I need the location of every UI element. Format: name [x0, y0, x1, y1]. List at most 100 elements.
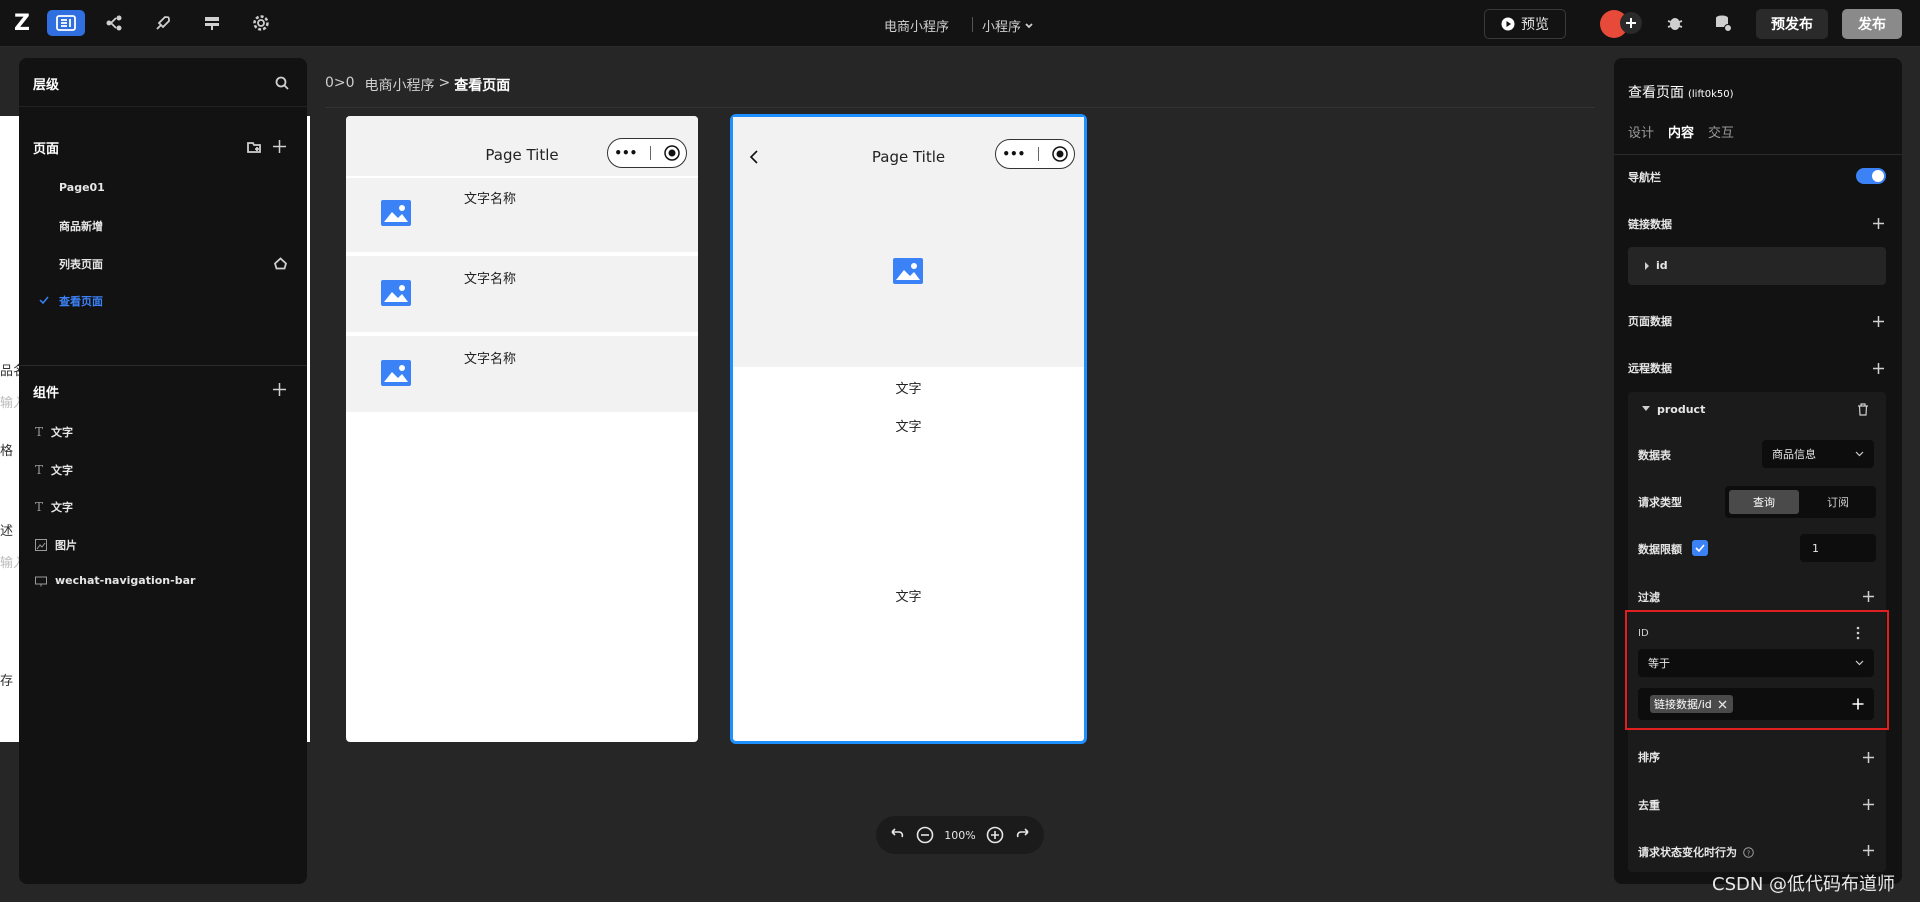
- app-logo[interactable]: Z: [14, 11, 38, 36]
- layout-icon[interactable]: [47, 10, 85, 36]
- divider: [972, 17, 973, 32]
- add-state-behavior-icon[interactable]: [1862, 844, 1875, 857]
- divider: [1038, 147, 1039, 161]
- link-data-field: id: [1656, 259, 1668, 272]
- target-icon[interactable]: [663, 145, 680, 161]
- component-item[interactable]: wechat-navigation-bar: [35, 574, 195, 587]
- zoom-level: 100%: [944, 828, 976, 842]
- platform-select[interactable]: 小程序: [982, 16, 1033, 35]
- limit-input[interactable]: 1: [1800, 534, 1876, 562]
- page-item-list[interactable]: 列表页面: [59, 256, 103, 272]
- components-title: 组件: [33, 386, 60, 401]
- navbar-icon: [35, 576, 47, 586]
- filter-value-input[interactable]: 链接数据/id: [1638, 688, 1874, 720]
- phone-frame-detail[interactable]: Page Title ••• 文字 文字 文字: [730, 114, 1087, 744]
- database-icon[interactable]: [1712, 12, 1734, 34]
- add-dedupe-icon[interactable]: [1862, 798, 1875, 811]
- list-item[interactable]: 文字名称: [346, 256, 698, 332]
- detail-text[interactable]: 文字: [733, 416, 1084, 435]
- target-icon[interactable]: [1051, 146, 1068, 162]
- capsule-button[interactable]: •••: [607, 138, 687, 168]
- component-item[interactable]: T 文字: [35, 462, 73, 478]
- add-link-data-icon[interactable]: [1872, 217, 1885, 230]
- search-icon[interactable]: [275, 76, 289, 90]
- trash-icon[interactable]: [1857, 403, 1869, 416]
- add-collaborator-icon[interactable]: [1620, 12, 1642, 34]
- bug-icon[interactable]: [1664, 12, 1686, 34]
- component-label: 文字: [51, 464, 74, 477]
- help-icon[interactable]: ?: [1743, 846, 1754, 858]
- state-change-row: 请求状态变化时行为 ?: [1638, 844, 1754, 860]
- add-value-icon[interactable]: [1852, 698, 1864, 710]
- navbar-toggle[interactable]: [1856, 168, 1886, 184]
- tab-interaction[interactable]: 交互: [1708, 122, 1734, 141]
- svg-text:?: ?: [1747, 849, 1751, 857]
- more-vertical-icon[interactable]: [1856, 626, 1860, 640]
- component-item[interactable]: T 文字: [35, 424, 73, 440]
- tab-design[interactable]: 设计: [1628, 122, 1654, 141]
- app-name[interactable]: 电商小程序: [884, 16, 949, 35]
- request-type-label: 请求类型: [1638, 496, 1682, 509]
- chevron-down-icon: [1855, 451, 1864, 457]
- zoom-toolbar: 100%: [876, 816, 1044, 854]
- image-placeholder-icon: [381, 200, 411, 226]
- preview-label: 预览: [1521, 17, 1549, 33]
- page-item-product-add[interactable]: 商品新增: [59, 218, 103, 234]
- zoom-in-icon[interactable]: [986, 826, 1004, 844]
- table-select[interactable]: 商品信息: [1762, 440, 1874, 468]
- breadcrumb-app[interactable]: 电商小程序: [365, 75, 435, 95]
- add-component-icon[interactable]: [272, 382, 287, 397]
- breadcrumb-prefix[interactable]: 0>0: [325, 75, 355, 95]
- page-item-view[interactable]: 查看页面: [59, 293, 103, 309]
- caret-right-icon[interactable]: [1644, 262, 1650, 270]
- prepublish-button[interactable]: 预发布: [1756, 9, 1828, 39]
- more-icon[interactable]: •••: [614, 146, 637, 160]
- preview-button[interactable]: 预览: [1484, 9, 1566, 39]
- request-query-option[interactable]: 查询: [1729, 490, 1799, 514]
- gear-icon[interactable]: [249, 12, 273, 34]
- add-page-data-icon[interactable]: [1872, 315, 1885, 328]
- sort-label: 排序: [1638, 751, 1660, 764]
- redo-icon[interactable]: [1015, 828, 1031, 842]
- add-page-icon[interactable]: [272, 139, 287, 154]
- table-select-value: 商品信息: [1772, 448, 1816, 461]
- link-data-label: 链接数据: [1628, 218, 1672, 231]
- zoom-out-icon[interactable]: [916, 826, 934, 844]
- link-data-item[interactable]: id: [1628, 247, 1886, 285]
- filter-operator-select[interactable]: 等于: [1638, 649, 1874, 677]
- image-icon: [35, 539, 47, 551]
- page-item-page01[interactable]: Page01: [59, 181, 105, 194]
- capsule-button[interactable]: •••: [995, 139, 1075, 169]
- undo-icon[interactable]: [889, 828, 905, 842]
- close-icon[interactable]: [1718, 700, 1727, 709]
- rocket-icon[interactable]: [151, 12, 175, 34]
- list-item[interactable]: 文字名称: [346, 336, 698, 412]
- more-icon[interactable]: •••: [1002, 147, 1025, 161]
- detail-text[interactable]: 文字: [733, 378, 1084, 397]
- navbar-label: 导航栏: [1628, 171, 1661, 184]
- component-label: 文字: [51, 501, 74, 514]
- publish-button[interactable]: 发布: [1842, 9, 1902, 39]
- panel-title: 层级: [33, 78, 60, 93]
- component-item[interactable]: T 文字: [35, 499, 73, 515]
- phone-frame-list[interactable]: Page Title ••• 文字名称 文字名称 文字名称: [346, 116, 698, 742]
- add-folder-icon[interactable]: [247, 140, 261, 154]
- image-placeholder-icon: [893, 258, 923, 284]
- image-placeholder-icon: [381, 280, 411, 306]
- database-table-icon[interactable]: [200, 12, 224, 34]
- add-sort-icon[interactable]: [1862, 751, 1875, 764]
- divider: [19, 106, 307, 107]
- add-filter-icon[interactable]: [1862, 590, 1875, 603]
- image-placeholder-icon: [381, 360, 411, 386]
- caret-down-icon[interactable]: [1642, 406, 1650, 412]
- home-icon[interactable]: [274, 257, 287, 270]
- tab-content[interactable]: 内容: [1668, 122, 1694, 141]
- limit-checkbox[interactable]: [1692, 540, 1708, 556]
- add-remote-data-icon[interactable]: [1872, 362, 1885, 375]
- component-item[interactable]: 图片: [35, 537, 77, 553]
- detail-text[interactable]: 文字: [733, 586, 1084, 605]
- list-item[interactable]: 文字名称: [346, 178, 698, 252]
- layers-panel: 层级 页面 Page01 商品新增 列表页面 查看页面 组件 T 文字 T 文字…: [19, 58, 307, 884]
- flow-icon[interactable]: [102, 12, 126, 34]
- request-subscribe-option[interactable]: 订阅: [1803, 490, 1873, 514]
